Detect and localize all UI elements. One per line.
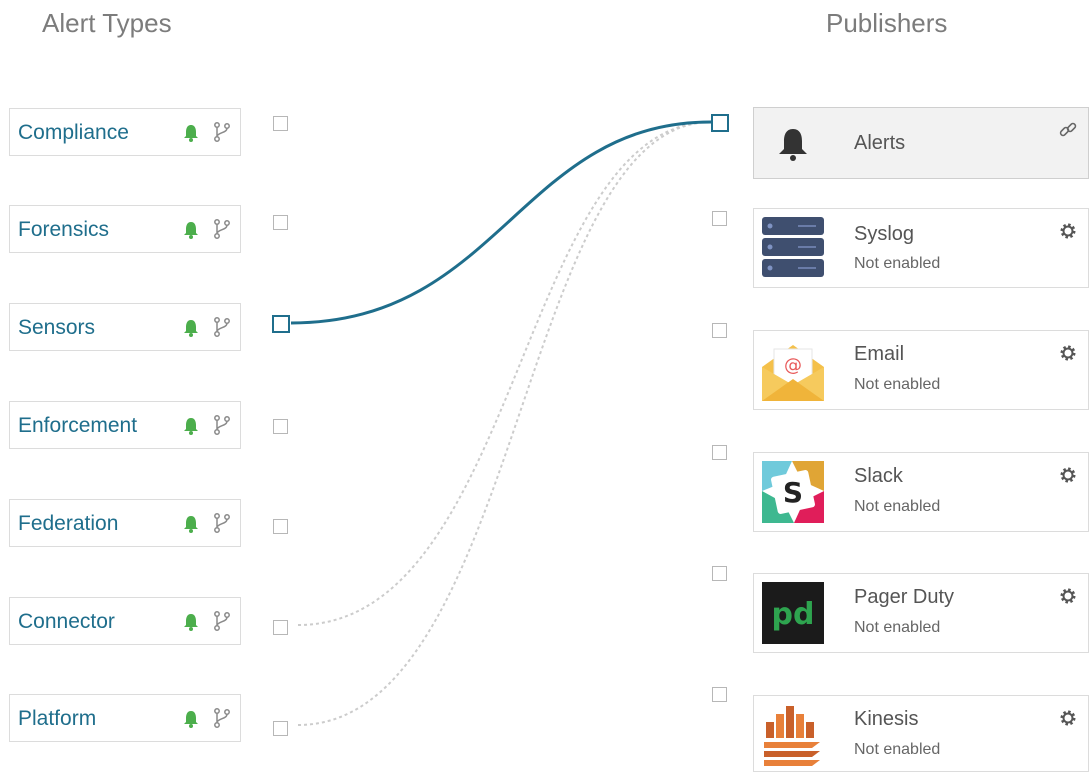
alert-type-connector-handle[interactable]	[273, 116, 288, 131]
branch-icon[interactable]	[213, 512, 231, 534]
alert-type-connector-handle[interactable]	[273, 721, 288, 736]
link-icon[interactable]	[1058, 120, 1078, 140]
publisher-connector-handle[interactable]	[712, 687, 727, 702]
gear-icon[interactable]	[1058, 343, 1078, 363]
alert-type-forensics[interactable]: Forensics	[9, 205, 241, 253]
slack-icon: S	[762, 461, 824, 523]
publisher-kinesis[interactable]: Kinesis Not enabled	[753, 695, 1089, 772]
publisher-connector-handle[interactable]	[712, 323, 727, 338]
alert-type-label: Platform	[18, 707, 97, 730]
publisher-connector-handle[interactable]	[712, 445, 727, 460]
svg-text:pd: pd	[772, 597, 815, 632]
branch-icon[interactable]	[213, 610, 231, 632]
branch-icon[interactable]	[213, 707, 231, 729]
publisher-alerts[interactable]: Alerts	[753, 107, 1089, 179]
publisher-title: Email	[854, 343, 905, 365]
alert-type-sensors[interactable]: Sensors	[9, 303, 241, 351]
publisher-syslog[interactable]: Syslog Not enabled	[753, 208, 1089, 288]
alert-type-connector-handle-active[interactable]	[272, 315, 290, 333]
gear-icon[interactable]	[1058, 221, 1078, 241]
svg-text:@: @	[784, 355, 802, 376]
publisher-title: Pager Duty	[854, 586, 955, 608]
alert-type-label: Compliance	[18, 121, 129, 144]
publisher-email[interactable]: @ Email Not enabled	[753, 330, 1089, 410]
gear-icon[interactable]	[1058, 708, 1078, 728]
alert-type-connector-handle[interactable]	[273, 620, 288, 635]
publisher-status: Not enabled	[854, 619, 941, 636]
bell-icon[interactable]	[181, 514, 201, 534]
bell-icon[interactable]	[181, 318, 201, 338]
alert-type-enforcement[interactable]: Enforcement	[9, 401, 241, 449]
publisher-status: Not enabled	[854, 255, 941, 272]
alert-type-label: Forensics	[18, 218, 110, 241]
publisher-connector-handle[interactable]	[712, 211, 727, 226]
gear-icon[interactable]	[1058, 586, 1078, 606]
alert-type-label: Connector	[18, 610, 115, 633]
alert-type-label: Federation	[18, 512, 119, 535]
publisher-connector-handle-active[interactable]	[711, 114, 729, 132]
branch-icon[interactable]	[213, 121, 231, 143]
alert-types-heading: Alert Types	[42, 8, 172, 38]
alert-type-compliance[interactable]: Compliance	[9, 108, 241, 156]
alert-type-label: Sensors	[18, 316, 96, 339]
bell-icon[interactable]	[181, 220, 201, 240]
bell-icon	[779, 129, 807, 161]
alert-type-connector-handle[interactable]	[273, 519, 288, 534]
publisher-status: Not enabled	[854, 376, 941, 393]
branch-icon[interactable]	[213, 414, 231, 436]
bell-icon[interactable]	[181, 612, 201, 632]
branch-icon[interactable]	[213, 218, 231, 240]
publisher-status: Not enabled	[854, 741, 941, 758]
publisher-title: Syslog	[854, 223, 915, 245]
publishers-heading: Publishers	[826, 8, 948, 38]
connection-line-platform-alerts	[297, 121, 712, 726]
bell-icon[interactable]	[181, 709, 201, 729]
alert-type-connector-handle[interactable]	[273, 215, 288, 230]
alert-type-label: Enforcement	[18, 414, 138, 437]
bell-icon[interactable]	[181, 416, 201, 436]
email-icon: @	[762, 345, 824, 401]
connection-line-sensors-alerts[interactable]	[290, 120, 712, 325]
gear-icon[interactable]	[1058, 465, 1078, 485]
alert-type-federation[interactable]: Federation	[9, 499, 241, 547]
publisher-status: Not enabled	[854, 498, 941, 515]
pagerduty-icon: pd	[762, 582, 824, 644]
bell-icon[interactable]	[181, 123, 201, 143]
publisher-title: Kinesis	[854, 708, 919, 730]
branch-icon[interactable]	[213, 316, 231, 338]
svg-text:S: S	[783, 476, 803, 509]
alert-type-platform[interactable]: Platform	[9, 694, 241, 742]
kinesis-icon	[764, 706, 820, 766]
publisher-slack[interactable]: S Slack Not enabled	[753, 452, 1089, 532]
connection-line-connector-alerts	[297, 121, 712, 626]
alert-type-connector-handle[interactable]	[273, 419, 288, 434]
alert-type-connector[interactable]: Connector	[9, 597, 241, 645]
publisher-connector-handle[interactable]	[712, 566, 727, 581]
server-icon	[762, 217, 824, 277]
publisher-title: Alerts	[854, 132, 906, 154]
publisher-pager-duty[interactable]: pd Pager Duty Not enabled	[753, 573, 1089, 653]
publisher-title: Slack	[854, 465, 903, 487]
